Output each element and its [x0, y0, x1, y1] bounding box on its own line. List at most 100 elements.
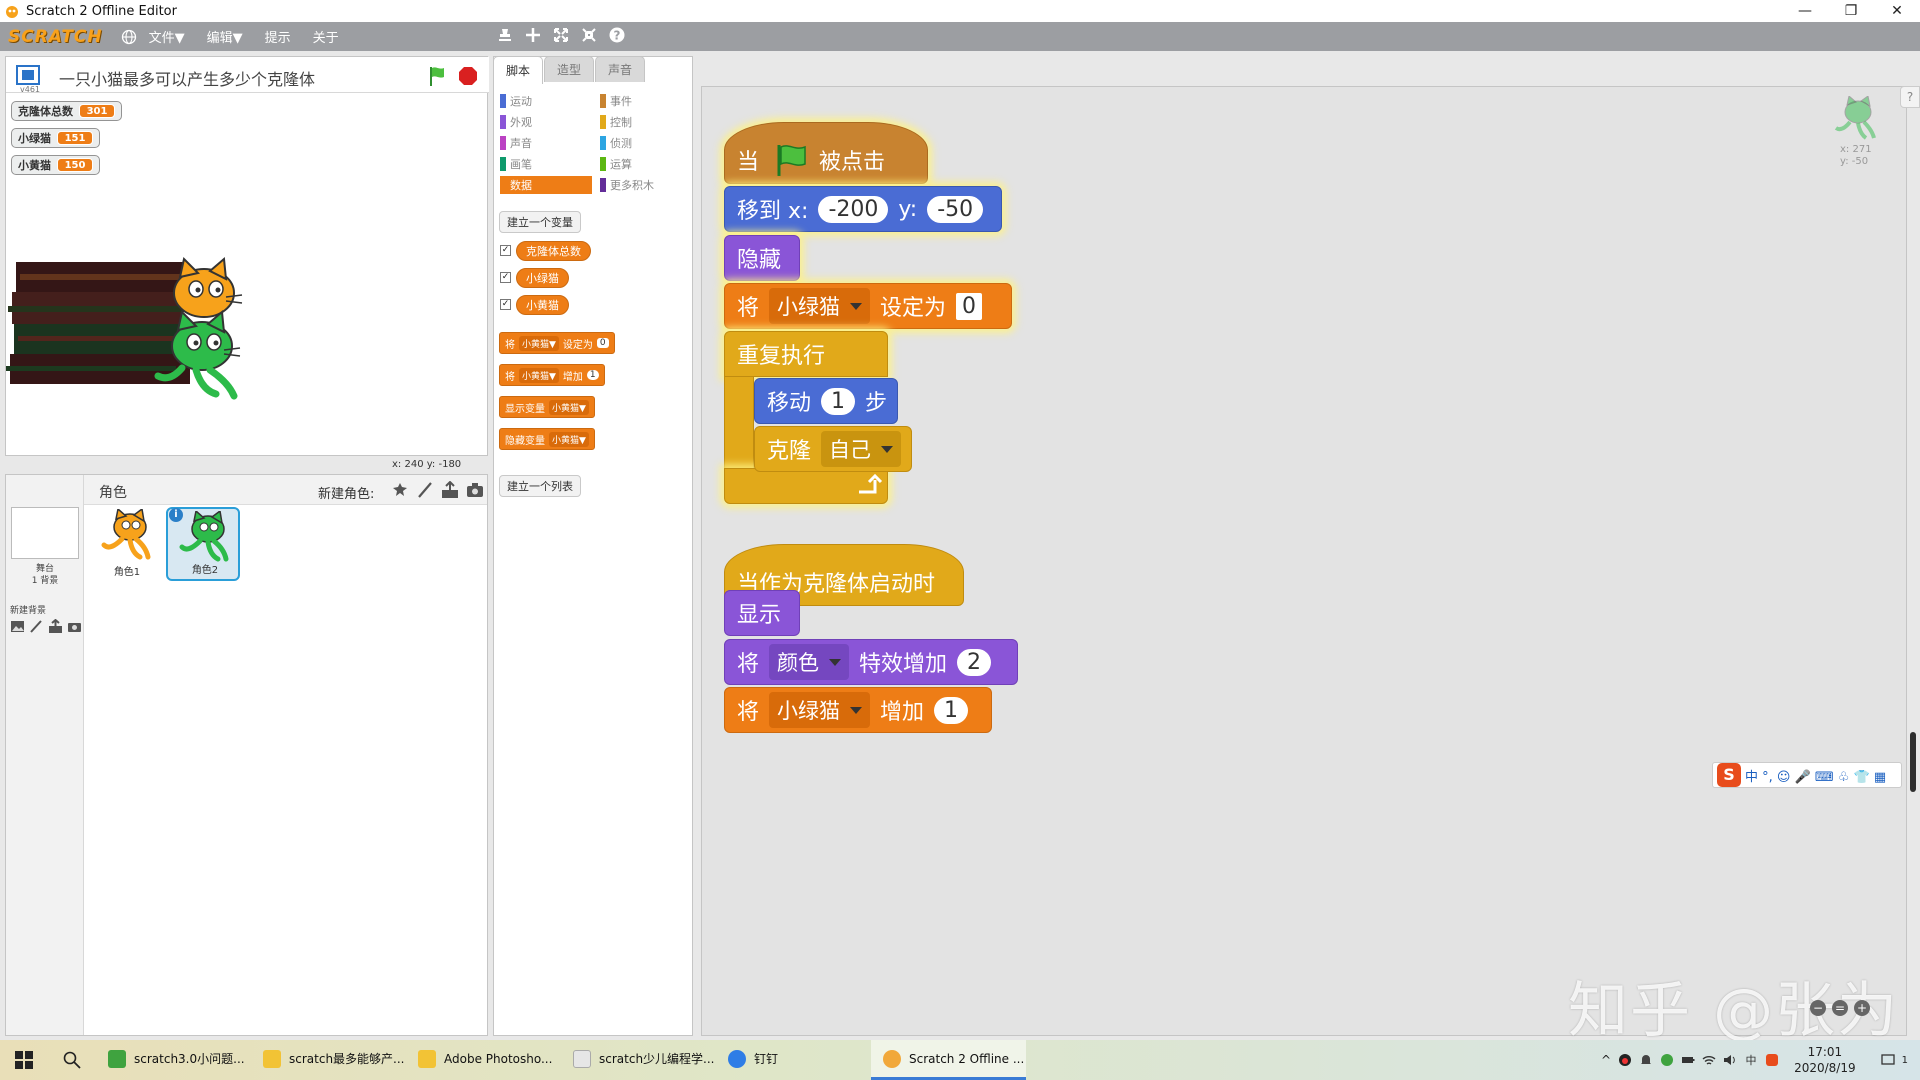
category-events[interactable]: 事件: [600, 92, 692, 110]
ime-indicator-icon[interactable]: 中: [1744, 1053, 1758, 1067]
menu-edit[interactable]: 编辑▼: [207, 27, 243, 46]
minimize-button[interactable]: —: [1782, 0, 1828, 22]
tab-sounds[interactable]: 声音: [595, 56, 645, 82]
hide-block[interactable]: 隐藏: [724, 235, 800, 281]
forever-block[interactable]: 重复执行: [724, 331, 888, 377]
volume-icon[interactable]: [1723, 1053, 1737, 1067]
qq-icon[interactable]: [1618, 1053, 1632, 1067]
x-input[interactable]: -200: [818, 195, 889, 223]
scratch-logo[interactable]: SCRATCH: [8, 27, 103, 47]
category-operators[interactable]: 运算: [600, 155, 692, 173]
fullscreen-icon[interactable]: [16, 65, 40, 85]
taskbar-item[interactable]: scratch最多能够产...: [251, 1040, 406, 1080]
menu-tips[interactable]: 提示: [265, 27, 291, 46]
backdrop-upload-icon[interactable]: [48, 619, 63, 634]
block-dropdown[interactable]: 小黄猫▼: [519, 367, 559, 383]
change-variable-block[interactable]: 将 小绿猫 增加 1: [724, 687, 992, 733]
help-question-icon[interactable]: ?: [608, 26, 626, 44]
camera-icon[interactable]: [466, 481, 484, 499]
tray-chevron-icon[interactable]: ^: [1601, 1053, 1611, 1067]
delete-scissors-icon[interactable]: [524, 26, 542, 44]
variable-dropdown[interactable]: 小绿猫: [769, 288, 871, 324]
stage-canvas[interactable]: [6, 94, 487, 455]
category-looks[interactable]: 外观: [500, 113, 592, 131]
when-flag-clicked-block[interactable]: 当 被点击: [724, 122, 928, 184]
variable-dropdown[interactable]: 小绿猫: [769, 692, 871, 728]
duplicate-stamp-icon[interactable]: [496, 26, 514, 44]
palette-show-variable-block[interactable]: 显示变量 小黄猫▼: [499, 396, 595, 418]
stop-sign-icon[interactable]: [458, 66, 478, 86]
block-dropdown[interactable]: 小黄猫▼: [549, 431, 589, 447]
language-globe-icon[interactable]: [121, 29, 137, 45]
backdrop-library-icon[interactable]: [10, 619, 25, 634]
maximize-button[interactable]: ❐: [1828, 0, 1874, 22]
palette-hide-variable-block[interactable]: 隐藏变量 小黄猫▼: [499, 428, 595, 450]
block-input[interactable]: 0: [596, 338, 609, 348]
palette-set-variable-block[interactable]: 将 小黄猫▼ 设定为 0: [499, 332, 615, 354]
checkbox-yellow-cat[interactable]: ✓: [500, 299, 511, 310]
make-list-button[interactable]: 建立一个列表: [499, 475, 581, 497]
wifi-icon[interactable]: [1702, 1053, 1716, 1067]
ime-controls[interactable]: 中 °, ☺ 🎤 ⌨ ♧ 👕 ▦: [1745, 766, 1886, 785]
search-button[interactable]: [48, 1040, 96, 1080]
zoom-out-button[interactable]: −: [1810, 1000, 1826, 1016]
menu-file[interactable]: 文件▼: [149, 27, 185, 46]
clone-target-dropdown[interactable]: 自己: [821, 431, 902, 467]
change-effect-block[interactable]: 将 颜色 特效增加 2: [724, 639, 1018, 685]
grow-icon[interactable]: [552, 26, 570, 44]
taskbar-item[interactable]: scratch3.0小问题...: [96, 1040, 251, 1080]
green-flag-icon[interactable]: [427, 65, 449, 87]
project-title-input[interactable]: 一只小猫最多可以产生多少个克隆体: [59, 66, 315, 90]
change-value-input[interactable]: 1: [934, 696, 969, 724]
taskbar-clock[interactable]: 17:01 2020/8/19: [1794, 1044, 1856, 1076]
goto-xy-block[interactable]: 移到 x: -200 y: -50: [724, 186, 1002, 232]
zoom-reset-button[interactable]: =: [1832, 1000, 1848, 1016]
taskbar-item-active[interactable]: Scratch 2 Offline ...: [871, 1040, 1026, 1080]
block-input[interactable]: 1: [586, 370, 599, 380]
upload-sprite-icon[interactable]: [441, 481, 459, 499]
script-scrollbar[interactable]: [1910, 732, 1916, 792]
block-dropdown[interactable]: 小黄猫▼: [549, 399, 589, 415]
category-more-blocks[interactable]: 更多积木: [600, 176, 692, 194]
category-pen[interactable]: 画笔: [500, 155, 592, 173]
reporter-yellow-cat[interactable]: 小黄猫: [516, 295, 569, 315]
taskbar-item[interactable]: 钉钉: [716, 1040, 871, 1080]
backdrop-paint-icon[interactable]: [29, 619, 44, 634]
shrink-icon[interactable]: [580, 26, 598, 44]
reporter-clone-total[interactable]: 克隆体总数: [516, 241, 591, 261]
sprite-library-icon[interactable]: [391, 481, 409, 499]
ime-toolbar[interactable]: S 中 °, ☺ 🎤 ⌨ ♧ 👕 ▦: [1712, 762, 1902, 788]
stage-thumbnail[interactable]: [11, 507, 79, 559]
paint-brush-icon[interactable]: [416, 481, 434, 499]
value-input[interactable]: 0: [956, 292, 983, 320]
checkbox-clone-total[interactable]: ✓: [500, 245, 511, 256]
y-input[interactable]: -50: [927, 195, 984, 223]
show-block[interactable]: 显示: [724, 590, 800, 636]
block-dropdown[interactable]: 小黄猫▼: [519, 335, 559, 351]
backdrop-camera-icon[interactable]: [67, 619, 82, 634]
set-variable-block[interactable]: 将 小绿猫 设定为 0: [724, 283, 1012, 329]
category-control[interactable]: 控制: [600, 113, 692, 131]
effect-value-input[interactable]: 2: [957, 648, 992, 676]
notification-center-icon[interactable]: [1880, 1053, 1895, 1067]
battery-icon[interactable]: [1681, 1053, 1695, 1067]
effect-dropdown[interactable]: 颜色: [769, 644, 850, 680]
category-sensing[interactable]: 侦测: [600, 134, 692, 152]
category-motion[interactable]: 运动: [500, 92, 592, 110]
taskbar-item[interactable]: scratch少儿编程学...: [561, 1040, 716, 1080]
start-button[interactable]: [0, 1040, 48, 1080]
zoom-in-button[interactable]: +: [1854, 1000, 1870, 1016]
category-data[interactable]: 数据: [500, 176, 592, 194]
category-sound[interactable]: 声音: [500, 134, 592, 152]
palette-change-variable-block[interactable]: 将 小黄猫▼ 增加 1: [499, 364, 605, 386]
help-tab-button[interactable]: ?: [1900, 86, 1920, 108]
move-steps-block[interactable]: 移动 1 步: [754, 378, 898, 424]
tab-costumes[interactable]: 造型: [544, 56, 594, 82]
sprite-tile-2-selected[interactable]: i 角色2: [166, 507, 240, 581]
menu-about[interactable]: 关于: [313, 27, 339, 46]
sogou-tray-icon[interactable]: [1765, 1053, 1779, 1067]
tab-scripts[interactable]: 脚本: [493, 56, 543, 84]
checkbox-green-cat[interactable]: ✓: [500, 272, 511, 283]
wechat-icon[interactable]: [1660, 1053, 1674, 1067]
steps-input[interactable]: 1: [821, 387, 856, 415]
